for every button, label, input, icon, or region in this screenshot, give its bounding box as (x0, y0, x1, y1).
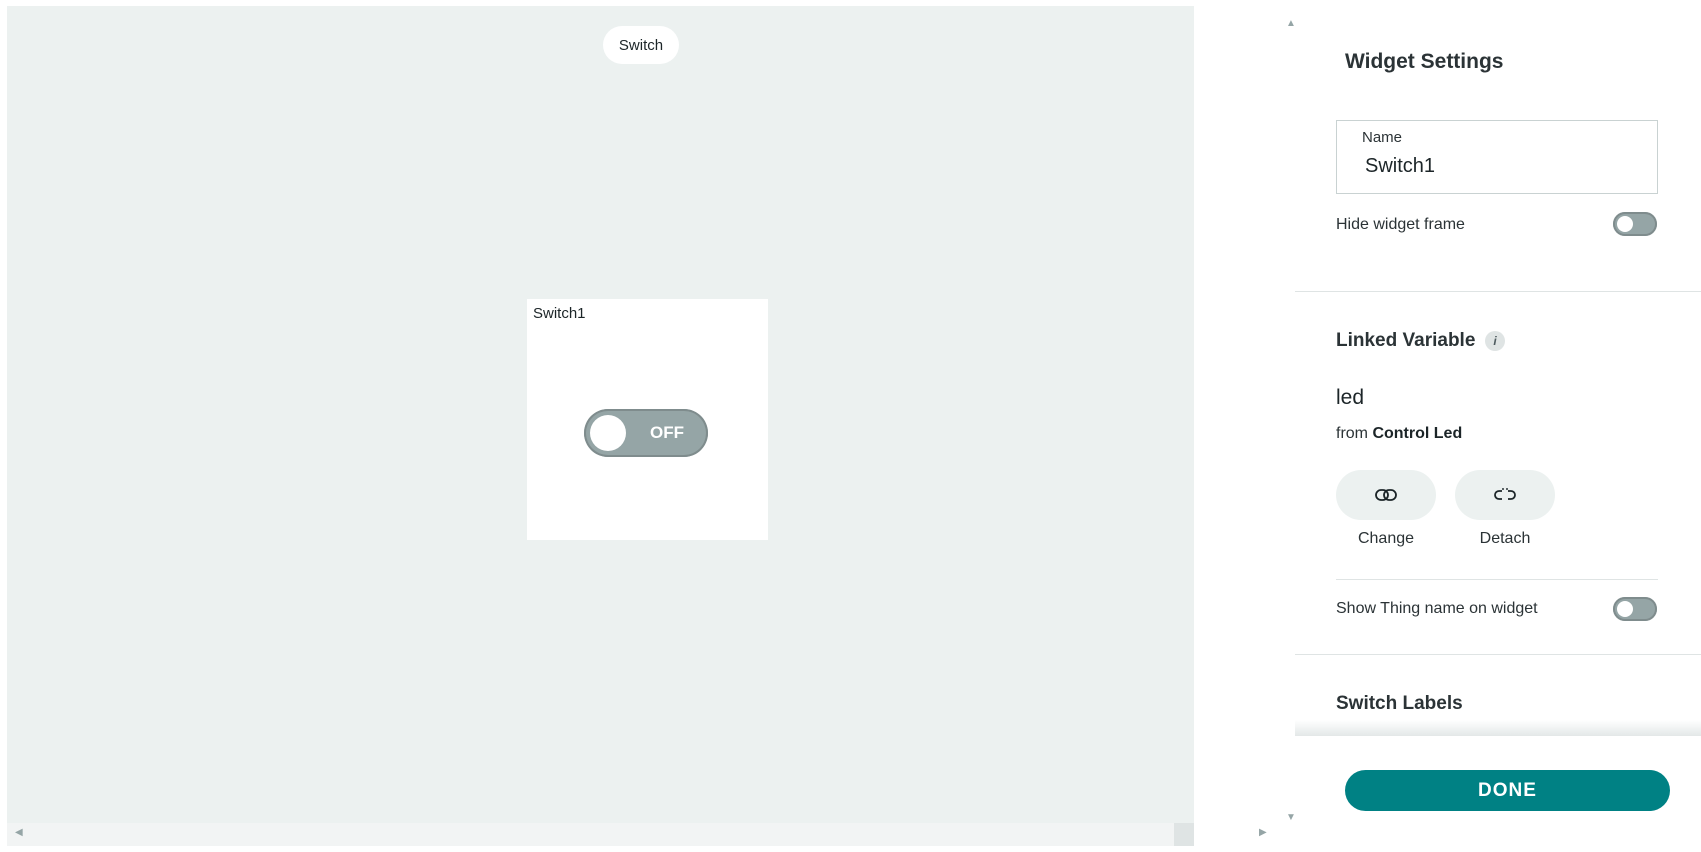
from-prefix: from (1336, 425, 1368, 442)
linked-variable-name: led (1336, 386, 1365, 409)
change-label: Change (1357, 530, 1415, 547)
widget-switch-toggle[interactable]: OFF (584, 409, 708, 457)
name-field-value[interactable]: Switch1 (1365, 155, 1435, 178)
hide-widget-frame-toggle[interactable] (1613, 212, 1657, 236)
linked-variable-source: from Control Led (1336, 425, 1462, 443)
panel-title: Widget Settings (1345, 50, 1504, 73)
scroll-fade (1295, 720, 1701, 736)
detach-label: Detach (1479, 530, 1531, 547)
toggle-state-label: OFF (650, 423, 684, 442)
done-button[interactable]: DONE (1345, 770, 1670, 811)
widget-name: Switch1 (533, 305, 586, 322)
toggle-knob (1617, 601, 1633, 617)
show-thing-name-label: Show Thing name on widget (1336, 600, 1538, 617)
show-thing-name-toggle[interactable] (1613, 597, 1657, 621)
linked-variable-title: Linked Variable (1336, 330, 1476, 351)
switch-widget[interactable]: Switch1 OFF (527, 299, 768, 540)
section-divider (1295, 291, 1701, 292)
link-icon (1375, 489, 1397, 501)
switch-labels-title: Switch Labels (1336, 693, 1463, 714)
info-icon[interactable]: i (1485, 331, 1505, 351)
thing-name: Control Led (1372, 425, 1463, 442)
section-divider (1295, 654, 1701, 655)
name-field[interactable]: Name Switch1 (1336, 120, 1658, 194)
widget-settings-panel: Widget Settings Name Switch1 Hide widget… (1295, 0, 1701, 852)
scrollbar-corner (1174, 823, 1194, 846)
name-field-label: Name (1362, 129, 1403, 146)
inner-divider (1336, 579, 1658, 580)
hide-widget-frame-label: Hide widget frame (1336, 216, 1465, 233)
widget-type-pill: Switch (603, 26, 679, 64)
detach-variable-button[interactable] (1455, 470, 1555, 520)
toggle-knob (1617, 216, 1633, 232)
toggle-knob (590, 415, 626, 451)
horizontal-scrollbar[interactable]: ◀ ▶ (7, 823, 1267, 846)
dashboard-canvas[interactable]: Switch Switch1 OFF ▲ ▼ (7, 6, 1296, 846)
scroll-right-arrow-icon[interactable]: ▶ (1259, 827, 1267, 838)
unlink-icon (1494, 488, 1516, 500)
change-variable-button[interactable] (1336, 470, 1436, 520)
scroll-left-arrow-icon[interactable]: ◀ (15, 827, 23, 838)
